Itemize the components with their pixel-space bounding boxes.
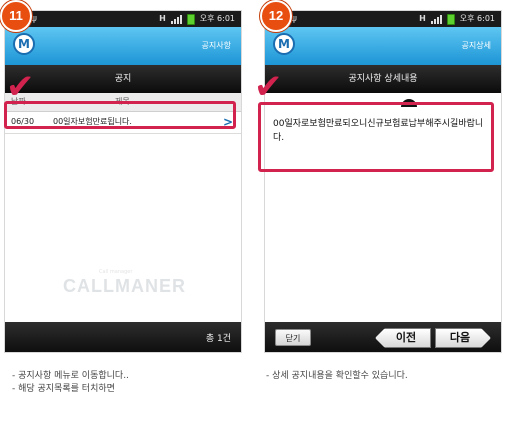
app-title-bar: M 공지사항 xyxy=(5,27,241,65)
previous-button[interactable]: 이전 xyxy=(375,328,431,348)
check-mark-icon: ✔ xyxy=(254,67,283,107)
section-header: 공지사항 상세내용 xyxy=(265,65,501,93)
status-time: 오후 6:01 xyxy=(199,14,235,23)
caption-left-1: - 공지사항 메뉴로 이동합니다.. xyxy=(12,371,129,381)
step-badge-12: 12 xyxy=(260,0,292,32)
watermark-logo: CALLMANER xyxy=(63,276,186,296)
phone-screen-notice-detail: ψ H 오후 6:01 M 공지상세 공지사항 상세내용 00일자로보험만료되오… xyxy=(264,10,502,353)
battery-icon xyxy=(446,13,455,25)
signal-icon xyxy=(430,14,442,24)
screen-title: 공지사항 xyxy=(201,41,231,50)
status-time: 오후 6:01 xyxy=(459,14,495,23)
caption-left-2: - 해당 공지목록를 터치하면 xyxy=(12,384,115,394)
caption-right-1: - 상세 공지내용을 확인할수 있습니다. xyxy=(266,371,408,381)
app-title-bar: M 공지상세 xyxy=(265,27,501,65)
section-header: 공지 xyxy=(5,65,241,93)
app-logo[interactable]: M xyxy=(13,33,35,55)
app-logo[interactable]: M xyxy=(273,33,295,55)
battery-icon xyxy=(186,13,195,25)
status-bar: ψ H 오후 6:01 xyxy=(5,11,241,27)
network-indicator: H xyxy=(419,14,426,23)
screen-title: 공지상세 xyxy=(461,41,491,50)
next-button[interactable]: 다음 xyxy=(435,328,491,348)
watermark-subtext: Call manager xyxy=(99,269,133,275)
close-button[interactable]: 닫기 xyxy=(275,329,311,346)
phone-screen-notice-list: ψ H 오후 6:01 M 공지사항 공지 날짜 제목 06/30 00일자보험… xyxy=(4,10,242,353)
check-mark-icon: ✔ xyxy=(6,67,35,107)
selected-row-highlight xyxy=(4,101,236,129)
detail-footer: 닫기 이전 다음 xyxy=(265,322,501,352)
network-indicator: H xyxy=(159,14,166,23)
list-footer: 총 1건 xyxy=(5,322,241,352)
signal-icon xyxy=(170,14,182,24)
step-badge-11: 11 xyxy=(0,0,32,32)
detail-content-highlight xyxy=(258,102,494,172)
status-bar: ψ H 오후 6:01 xyxy=(265,11,501,27)
total-count: 총 1건 xyxy=(205,334,231,344)
